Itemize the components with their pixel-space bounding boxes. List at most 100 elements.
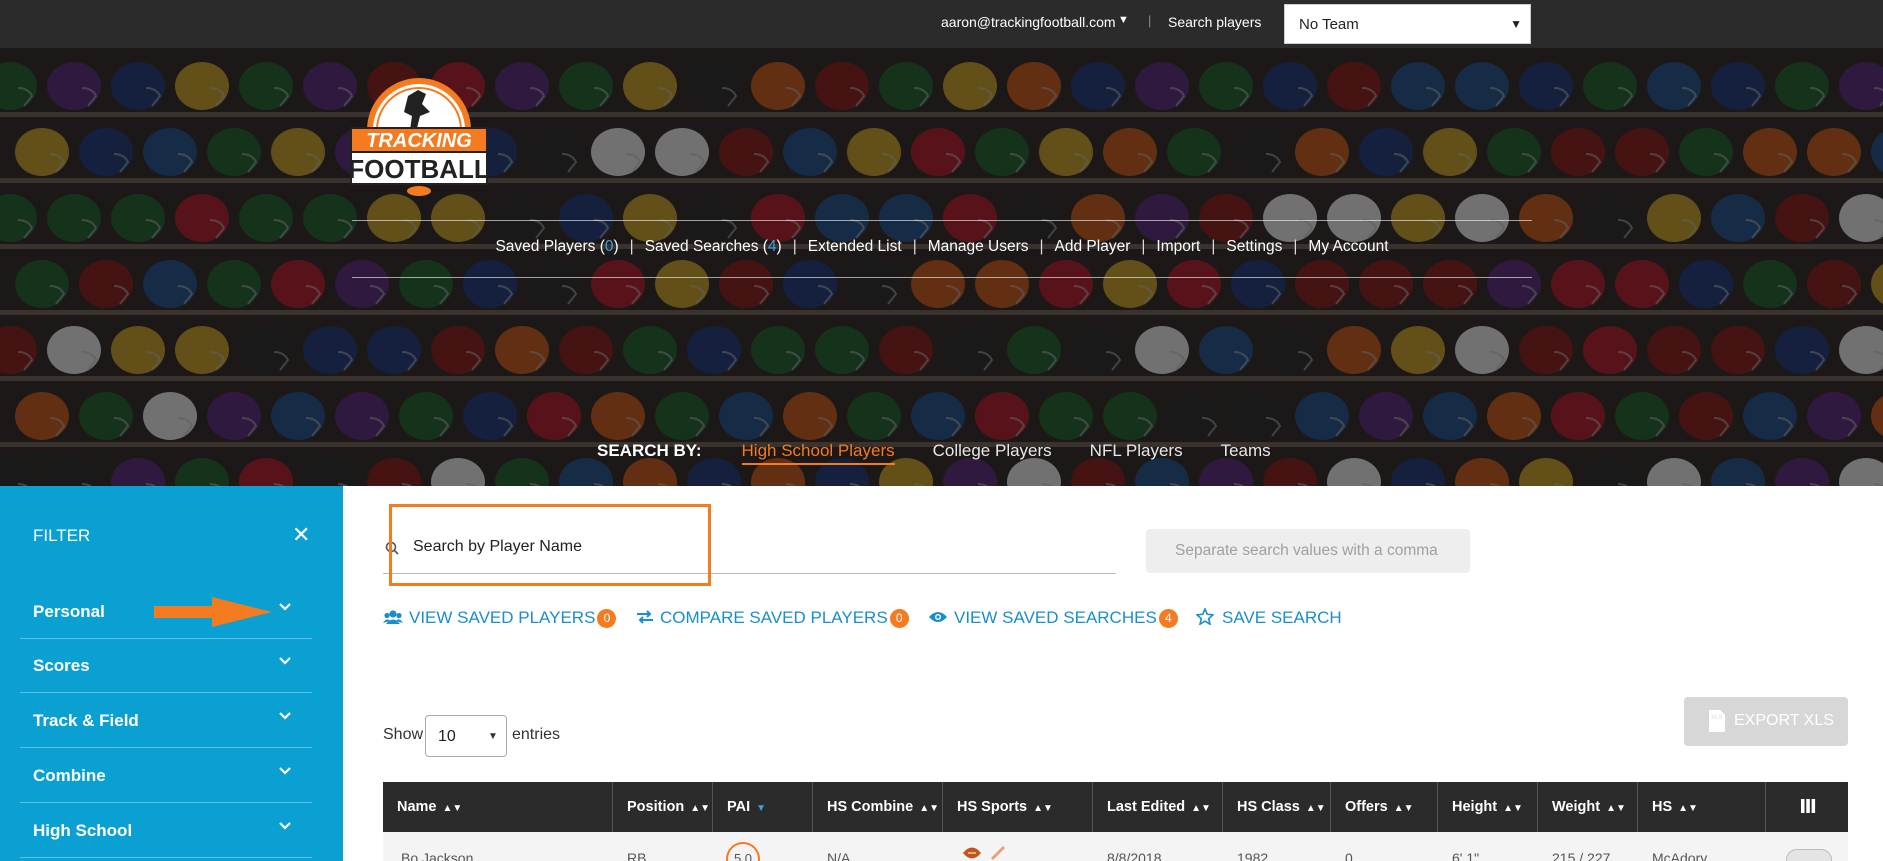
filter-group-combine[interactable]: Combine xyxy=(20,749,312,803)
nav-saved-players[interactable]: Saved Players (0) xyxy=(495,238,618,255)
filter-group-label: Combine xyxy=(33,766,106,785)
chevron-down-icon xyxy=(279,657,291,665)
cell-weight: 215 / 227 xyxy=(1552,850,1611,861)
cell-hs: McAdory xyxy=(1652,850,1708,861)
export-xls-button[interactable]: XLS EXPORT XLS xyxy=(1684,697,1848,746)
cell-offers: 0 xyxy=(1345,850,1353,861)
eye-icon xyxy=(929,612,947,622)
filter-title: FILTER xyxy=(33,526,91,545)
tab-high-school-players[interactable]: High School Players xyxy=(741,441,895,465)
hero-banner: TRACKING FOOTBALL Saved Players (0) | Save… xyxy=(0,48,1883,486)
cell-height: 6' 1" xyxy=(1452,850,1480,861)
search-players-link[interactable]: Search players xyxy=(1168,14,1261,30)
nav-settings[interactable]: Settings xyxy=(1226,238,1282,255)
main-nav: Saved Players (0) | Saved Searches (4) | Ext… xyxy=(495,238,1389,255)
logo-text-tracking: TRACKING xyxy=(366,130,472,152)
entries-value: 10 xyxy=(438,728,456,745)
cell-last-edited: 8/8/2018 xyxy=(1107,850,1162,861)
search-by-label: SEARCH BY: xyxy=(597,441,702,460)
column-visibility-button[interactable] xyxy=(1766,782,1848,832)
tab-college-players[interactable]: College Players xyxy=(933,441,1052,460)
helmet-wall-background xyxy=(0,48,1883,486)
chevron-down-icon[interactable]: ▼ xyxy=(1118,14,1129,26)
nav-extended-list[interactable]: Extended List xyxy=(808,238,902,255)
annotation-highlight-box xyxy=(389,504,711,586)
column-header-position[interactable]: Position ▲▼ xyxy=(613,782,713,832)
entries-per-page-select[interactable]: 10 ▼ xyxy=(425,715,507,757)
nav-add-player[interactable]: Add Player xyxy=(1055,238,1131,255)
save-player-toggle[interactable] xyxy=(1786,849,1832,861)
entries-label: entries xyxy=(512,726,561,743)
compare-count-badge: 0 xyxy=(889,609,909,628)
filter-group-scores[interactable]: Scores xyxy=(20,639,312,693)
close-icon[interactable]: ✕ xyxy=(292,522,310,548)
chevron-down-icon xyxy=(279,822,291,830)
view-saved-searches-label: VIEW SAVED SEARCHES xyxy=(954,608,1157,627)
column-header-height[interactable]: Height ▲▼ xyxy=(1438,782,1538,832)
column-header-name[interactable]: Name ▲▼ xyxy=(383,782,613,832)
saved-searches-count-badge: 4 xyxy=(1158,609,1178,628)
dropdown-arrow-icon: ▼ xyxy=(1510,17,1522,31)
filter-group-track-field[interactable]: Track & Field xyxy=(20,694,312,748)
column-header-last-edited[interactable]: Last Edited ▲▼ xyxy=(1093,782,1223,832)
table-row[interactable]: Bo Jackson RB 5.0 N/A 8/8/2018 1982 0 6'… xyxy=(383,832,1848,861)
column-header-weight[interactable]: Weight ▲▼ xyxy=(1538,782,1638,832)
team-select[interactable]: No Team ▼ xyxy=(1284,4,1531,44)
players-table-header: Name ▲▼ Position ▲▼ PAI ▼ HS Combine ▲▼ HS S… xyxy=(383,782,1848,832)
nav-import[interactable]: Import xyxy=(1156,238,1200,255)
nav-divider-top xyxy=(352,220,1532,221)
tab-teams[interactable]: Teams xyxy=(1221,441,1271,460)
show-label: Show xyxy=(383,726,424,743)
column-header-hs-class[interactable]: HS Class ▲▼ xyxy=(1223,782,1331,832)
chevron-down-icon xyxy=(279,767,291,775)
xls-file-icon: XLS xyxy=(1709,710,1725,732)
nav-my-account[interactable]: My Account xyxy=(1308,238,1388,255)
nav-manage-users[interactable]: Manage Users xyxy=(928,238,1029,255)
saved-players-count-badge: 0 xyxy=(597,609,617,628)
column-header-hs-sports[interactable]: HS Sports ▲▼ xyxy=(943,782,1093,832)
cell-hs-combine: N/A xyxy=(827,850,851,861)
filter-group-high-school[interactable]: High School xyxy=(20,804,312,858)
filter-group-label: Scores xyxy=(33,656,90,675)
logo-text-football: FOOTBALL xyxy=(348,154,490,184)
filter-group-label: High School xyxy=(33,821,133,840)
nav-saved-searches[interactable]: Saved Searches (4) xyxy=(645,238,782,255)
tab-nfl-players[interactable]: NFL Players xyxy=(1090,441,1183,460)
chevron-down-icon xyxy=(279,603,291,611)
column-header-hs-combine[interactable]: HS Combine ▲▼ xyxy=(813,782,943,832)
compare-saved-players-label: COMPARE SAVED PLAYERS xyxy=(660,608,888,627)
nav-divider-bottom xyxy=(352,277,1532,278)
column-header-offers[interactable]: Offers ▲▼ xyxy=(1331,782,1438,832)
svg-text:XLS: XLS xyxy=(1711,715,1722,721)
column-header-pai[interactable]: PAI ▼ xyxy=(713,782,813,832)
view-saved-players-label: VIEW SAVED PLAYERS xyxy=(409,608,596,627)
filter-group-label: Personal xyxy=(33,602,105,621)
multi-value-search-input[interactable] xyxy=(1146,529,1470,573)
cell-position: RB xyxy=(627,850,647,861)
team-select-value: No Team xyxy=(1299,16,1359,33)
export-xls-label: EXPORT XLS xyxy=(1734,712,1834,729)
view-saved-searches-button[interactable]: VIEW SAVED SEARCHES 4 xyxy=(928,608,1178,628)
search-by-tabs: SEARCH BY: High School Players College Pla… xyxy=(597,441,1309,465)
cell-hs-class: 1982 xyxy=(1237,850,1269,861)
chevron-down-icon xyxy=(279,712,291,720)
cell-name[interactable]: Bo Jackson xyxy=(401,850,473,861)
column-header-hs[interactable]: HS ▲▼ xyxy=(1638,782,1766,832)
account-email-menu[interactable]: aaron@trackingfootball.com xyxy=(941,14,1116,30)
football-icon xyxy=(961,844,983,861)
dropdown-arrow-icon: ▼ xyxy=(488,731,498,742)
view-saved-players-button[interactable]: VIEW SAVED PLAYERS 0 xyxy=(383,608,617,628)
save-search-button[interactable]: SAVE SEARCH xyxy=(1195,606,1342,628)
columns-icon xyxy=(1801,799,1816,813)
divider: | xyxy=(1148,13,1152,28)
tracking-football-logo[interactable]: TRACKING FOOTBALL xyxy=(348,78,490,198)
filter-sidebar: FILTER ✕ Personal Scores Track & Field C… xyxy=(0,486,343,861)
filter-group-label: Track & Field xyxy=(33,711,139,730)
save-search-label: SAVE SEARCH xyxy=(1222,608,1342,627)
compare-saved-players-button[interactable]: COMPARE SAVED PLAYERS 0 xyxy=(636,608,909,628)
baseball-bat-icon xyxy=(989,844,1007,861)
top-bar: aaron@trackingfootball.com ▼ | Search pl… xyxy=(0,0,1883,48)
exchange-icon xyxy=(637,610,653,624)
cell-pai: 5.0 xyxy=(726,842,760,861)
annotation-arrow-icon xyxy=(154,597,272,627)
